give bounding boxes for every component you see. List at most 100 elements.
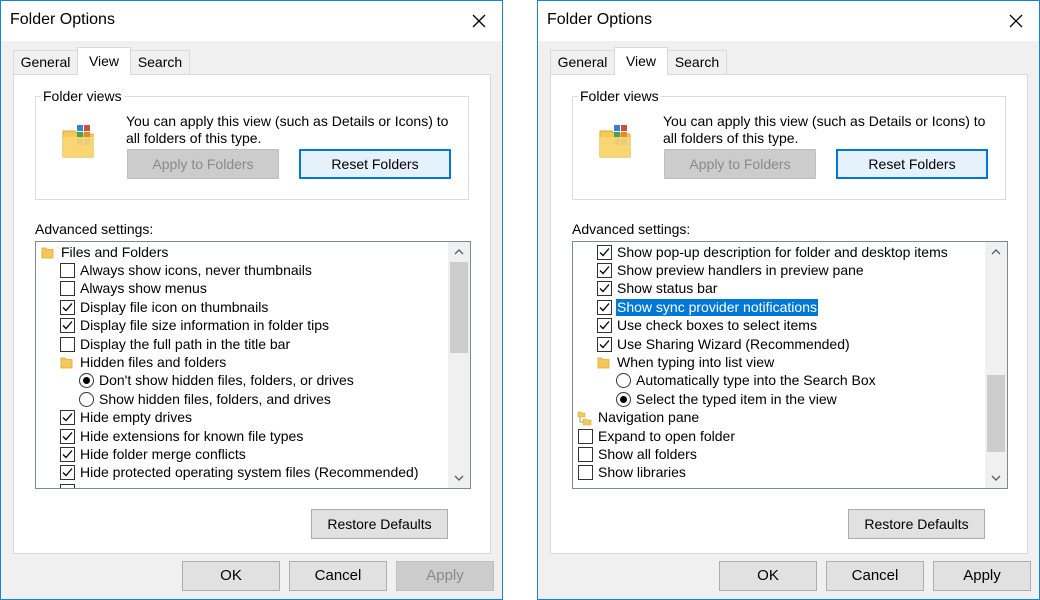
apply-button[interactable]: Apply <box>933 561 1031 591</box>
restore-defaults-button[interactable]: Restore Defaults <box>848 509 985 539</box>
row-control[interactable] <box>59 318 75 334</box>
setting-checkbox-row[interactable]: Expand to open folder <box>573 427 985 445</box>
setting-radio-row[interactable]: Show hidden files, folders, and drives <box>36 390 448 408</box>
radio-unselected[interactable] <box>78 391 94 407</box>
setting-checkbox-row[interactable]: Always show icons, never thumbnails <box>36 261 448 279</box>
scrollbar[interactable] <box>448 242 470 488</box>
scroll-up-button[interactable] <box>985 242 1007 262</box>
checkbox-checked[interactable] <box>59 465 75 481</box>
cancel-button[interactable]: Cancel <box>289 561 387 591</box>
setting-checkbox-row[interactable]: Always show menus <box>36 280 448 298</box>
checkbox-unchecked[interactable] <box>59 336 75 352</box>
setting-checkbox-row[interactable]: Display file icon on thumbnails <box>36 298 448 316</box>
row-control[interactable] <box>78 373 94 389</box>
checkbox-unchecked[interactable] <box>59 262 75 278</box>
checkbox-checked[interactable] <box>59 446 75 462</box>
restore-defaults-button[interactable]: Restore Defaults <box>311 509 448 539</box>
checkbox-checked[interactable] <box>596 281 612 297</box>
tab-general[interactable]: General <box>550 50 615 74</box>
setting-radio-row[interactable]: Don't show hidden files, folders, or dri… <box>36 372 448 390</box>
radio-unselected[interactable] <box>615 373 631 389</box>
radio-selected[interactable] <box>78 373 94 389</box>
row-control[interactable] <box>59 262 75 278</box>
cancel-button[interactable]: Cancel <box>826 561 924 591</box>
setting-checkbox-row[interactable]: Hide protected operating system files (R… <box>36 464 448 482</box>
tab-search[interactable]: Search <box>667 50 727 74</box>
row-control[interactable] <box>78 391 94 407</box>
setting-checkbox-row[interactable]: Use check boxes to select items <box>573 317 985 335</box>
tab-search[interactable]: Search <box>130 50 190 74</box>
apply-to-folders-button[interactable]: Apply to Folders <box>127 149 279 179</box>
checkbox-checked[interactable] <box>59 410 75 426</box>
row-control[interactable] <box>577 428 593 444</box>
close-button[interactable] <box>993 1 1039 41</box>
row-control[interactable] <box>59 410 75 426</box>
checkbox-unchecked[interactable] <box>577 465 593 481</box>
advanced-settings-list[interactable]: Show pop-up description for folder and d… <box>572 241 1008 489</box>
row-control[interactable] <box>596 318 612 334</box>
row-control[interactable] <box>59 483 75 488</box>
row-control[interactable] <box>577 465 593 481</box>
row-control[interactable] <box>596 244 612 260</box>
row-control[interactable] <box>615 373 631 389</box>
checkbox-checked[interactable] <box>596 262 612 278</box>
setting-checkbox-row[interactable]: Show pop-up description for folder and d… <box>573 243 985 261</box>
checkbox-checked[interactable] <box>596 299 612 315</box>
scroll-up-button[interactable] <box>448 242 470 262</box>
setting-radio-row[interactable]: Select the typed item in the view <box>573 390 985 408</box>
setting-checkbox-row[interactable]: Use Sharing Wizard (Recommended) <box>573 335 985 353</box>
reset-folders-button[interactable]: Reset Folders <box>299 149 451 179</box>
row-control[interactable] <box>596 281 612 297</box>
row-control[interactable] <box>596 336 612 352</box>
scroll-down-button[interactable] <box>448 468 470 488</box>
setting-checkbox-row-selected[interactable]: Show sync provider notifications <box>573 297 985 317</box>
tab-view[interactable]: View <box>77 47 131 75</box>
checkbox-checked[interactable] <box>59 428 75 444</box>
reset-folders-button[interactable]: Reset Folders <box>836 149 988 179</box>
setting-radio-row[interactable]: Automatically type into the Search Box <box>573 372 985 390</box>
setting-checkbox-row[interactable] <box>36 482 448 488</box>
checkbox-unchecked[interactable] <box>577 428 593 444</box>
scroll-thumb[interactable] <box>450 262 468 353</box>
row-control[interactable] <box>59 299 75 315</box>
apply-to-folders-button[interactable]: Apply to Folders <box>664 149 816 179</box>
row-control[interactable] <box>59 281 75 297</box>
checkbox-unchecked[interactable] <box>59 483 75 488</box>
tab-view[interactable]: View <box>614 47 668 75</box>
checkbox-checked[interactable] <box>596 336 612 352</box>
row-control[interactable] <box>596 299 612 315</box>
setting-checkbox-row[interactable]: Show libraries <box>573 464 985 482</box>
scroll-down-button[interactable] <box>985 468 1007 488</box>
tab-general[interactable]: General <box>13 50 78 74</box>
row-control[interactable] <box>59 336 75 352</box>
checkbox-unchecked[interactable] <box>577 446 593 462</box>
setting-checkbox-row[interactable]: Show status bar <box>573 280 985 298</box>
row-control[interactable] <box>59 446 75 462</box>
advanced-settings-list[interactable]: Files and Folders Always show icons, neve… <box>35 241 471 489</box>
folder-options-dialog: Folder Options General View Search Folde… <box>0 0 503 600</box>
checkbox-checked[interactable] <box>59 318 75 334</box>
radio-selected[interactable] <box>615 391 631 407</box>
setting-checkbox-row[interactable]: Show all folders <box>573 445 985 463</box>
scroll-thumb[interactable] <box>987 375 1005 452</box>
checkbox-checked[interactable] <box>596 244 612 260</box>
ok-button[interactable]: OK <box>182 561 280 591</box>
row-control[interactable] <box>577 446 593 462</box>
close-button[interactable] <box>456 1 502 41</box>
setting-checkbox-row[interactable]: Show preview handlers in preview pane <box>573 261 985 279</box>
setting-checkbox-row[interactable]: Hide folder merge conflicts <box>36 445 448 463</box>
row-control[interactable] <box>596 262 612 278</box>
checkbox-checked[interactable] <box>596 318 612 334</box>
setting-checkbox-row[interactable]: Hide extensions for known file types <box>36 427 448 445</box>
apply-button[interactable]: Apply <box>396 561 494 591</box>
scrollbar[interactable] <box>985 242 1007 488</box>
row-control[interactable] <box>615 391 631 407</box>
setting-checkbox-row[interactable]: Hide empty drives <box>36 409 448 427</box>
checkbox-unchecked[interactable] <box>59 281 75 297</box>
row-control[interactable] <box>59 465 75 481</box>
row-control[interactable] <box>59 428 75 444</box>
setting-checkbox-row[interactable]: Display the full path in the title bar <box>36 335 448 353</box>
ok-button[interactable]: OK <box>719 561 817 591</box>
setting-checkbox-row[interactable]: Display file size information in folder … <box>36 317 448 335</box>
checkbox-checked[interactable] <box>59 299 75 315</box>
